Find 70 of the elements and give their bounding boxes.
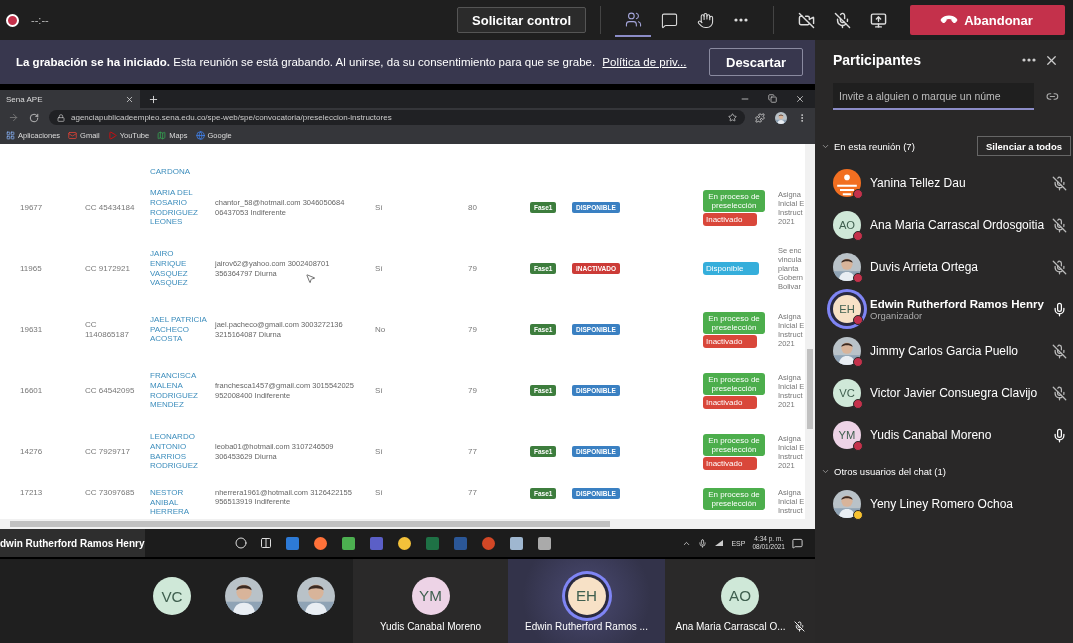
candidate-name[interactable]: MARIA DEL ROSARIO RODRIGUEZ LEONES (150, 188, 210, 227)
candidate-name[interactable]: CARDONA (150, 167, 210, 177)
score-cell-text: 79 (468, 263, 478, 274)
section-title: Otros usuarios del chat (1) (834, 466, 947, 477)
participant-name[interactable]: Yeny Liney Romero Ochoa (870, 497, 1067, 511)
invite-field[interactable]: Invite a alguien o marque un núme (833, 83, 1035, 110)
score-cell-text: 80 (468, 202, 478, 213)
panel-title: Participantes (833, 52, 922, 68)
id-cell-text: 19631 (20, 324, 44, 335)
presenter-label: dwin Rutherford Ramos Henry (0, 529, 145, 557)
dismiss-button[interactable]: Descartar (709, 48, 803, 76)
tile-name: Yudis Canabal Moreno (379, 620, 482, 632)
id-cell-text: 11965 (20, 263, 43, 274)
id-cell-text: 19677 (20, 202, 44, 213)
participant-name[interactable]: Ana Maria Carrascal Ordosgoitia (870, 218, 1043, 232)
video-tile[interactable]: EH Edwin Rutherford Ramos ... (508, 559, 665, 643)
video-avatar: VC (153, 577, 191, 615)
answer-cell-text: No (375, 324, 387, 335)
mute-all-button[interactable]: Silenciar a todos (976, 136, 1071, 156)
video-avatar: AO (721, 576, 759, 615)
document-cell-text: CC 45434184 (85, 202, 136, 213)
score-cell-text: 77 (468, 488, 478, 498)
answer-cell-text: Sí (375, 385, 384, 396)
answer-cell-text: Sí (375, 446, 384, 457)
address-bar[interactable]: agenciapublicadeempleo.sena.edu.co/spe-web/spe/convocatoria/preseleccion-instructores (49, 110, 745, 125)
video-avatar: YM (411, 576, 450, 615)
answer-cell-text: Sí (375, 263, 384, 274)
participant-avatar: YM (833, 421, 861, 449)
status-action-button[interactable]: Inactivado (703, 456, 757, 470)
participant-name[interactable]: Yanina Tellez Dau (870, 176, 1043, 190)
score-cell-text: 77 (468, 446, 478, 457)
participant-avatar: VC (833, 379, 861, 407)
participant-name[interactable]: Jimmy Carlos Garcia Puello (870, 344, 1043, 358)
tile-name: Ana Maria Carrascal O... (675, 620, 805, 632)
id-cell-text: 14276 (20, 446, 44, 457)
tile-name: Edwin Rutherford Ramos ... (525, 620, 648, 632)
document-cell-text: CC 9172921 (85, 263, 131, 274)
participant-name[interactable]: Edwin Rutherford Ramos Henry (870, 297, 1043, 310)
participant-role: Organizador (870, 309, 924, 321)
status-action-button[interactable]: Inactivado (703, 395, 757, 409)
video-tile[interactable]: YM Yudis Canabal Moreno (353, 559, 508, 643)
participant-name[interactable]: Victor Javier Consuegra Clavijo (870, 386, 1043, 400)
participant-name[interactable]: Yudis Canabal Moreno (870, 428, 1043, 442)
score-cell-text: 79 (468, 385, 478, 396)
candidate-name[interactable]: NESTOR ANIBAL HERRERA (150, 488, 210, 517)
candidate-name[interactable]: FRANCISCA MALENA RODRIGUEZ MENDEZ (150, 371, 210, 410)
section-title: En esta reunión (7) (834, 140, 916, 152)
document-cell-text: CC 1140865187 (85, 319, 130, 340)
id-cell-text: 17213 (20, 488, 44, 498)
candidate-name[interactable]: JAEL PATRICIA PACHECO ACOSTA (150, 315, 210, 344)
request-control-button[interactable]: Solicitar control (457, 7, 586, 33)
meeting-timer: --:-- (31, 14, 49, 26)
video-tile[interactable]: AO Ana Maria Carrascal O... (665, 559, 815, 643)
status-action-button[interactable]: Inactivado (703, 334, 757, 348)
status-action-button[interactable]: Inactivado (703, 212, 757, 226)
score-cell-text: 79 (468, 324, 478, 335)
document-cell-text: CC 73097685 (85, 488, 136, 498)
candidate-name[interactable]: JAIRO ENRIQUE VASQUEZ VASQUEZ (150, 249, 210, 288)
answer-cell-text: Sí (375, 488, 384, 498)
leave-button[interactable]: Abandonar (910, 5, 1065, 35)
document-cell-text: CC 7929717 (85, 446, 131, 457)
recording-notice: La grabación se ha iniciado. Esta reunión se está grabando. Al unirse, da su consentimiento para que se grabe. Política de priv... (16, 56, 688, 68)
answer-cell-text: Sí (375, 202, 384, 213)
id-cell-text: 16601 (20, 385, 44, 396)
participant-avatar: AO (833, 211, 861, 239)
candidate-name[interactable]: LEONARDO ANTONIO BARRIOS RODRIGUEZ (150, 432, 210, 471)
privacy-link[interactable]: Política de priv... (602, 56, 687, 68)
document-cell-text: CC 64542095 (85, 385, 136, 396)
participant-name[interactable]: Duvis Arrieta Ortega (870, 260, 1043, 274)
browser-tab[interactable]: Sena APE (0, 90, 140, 108)
